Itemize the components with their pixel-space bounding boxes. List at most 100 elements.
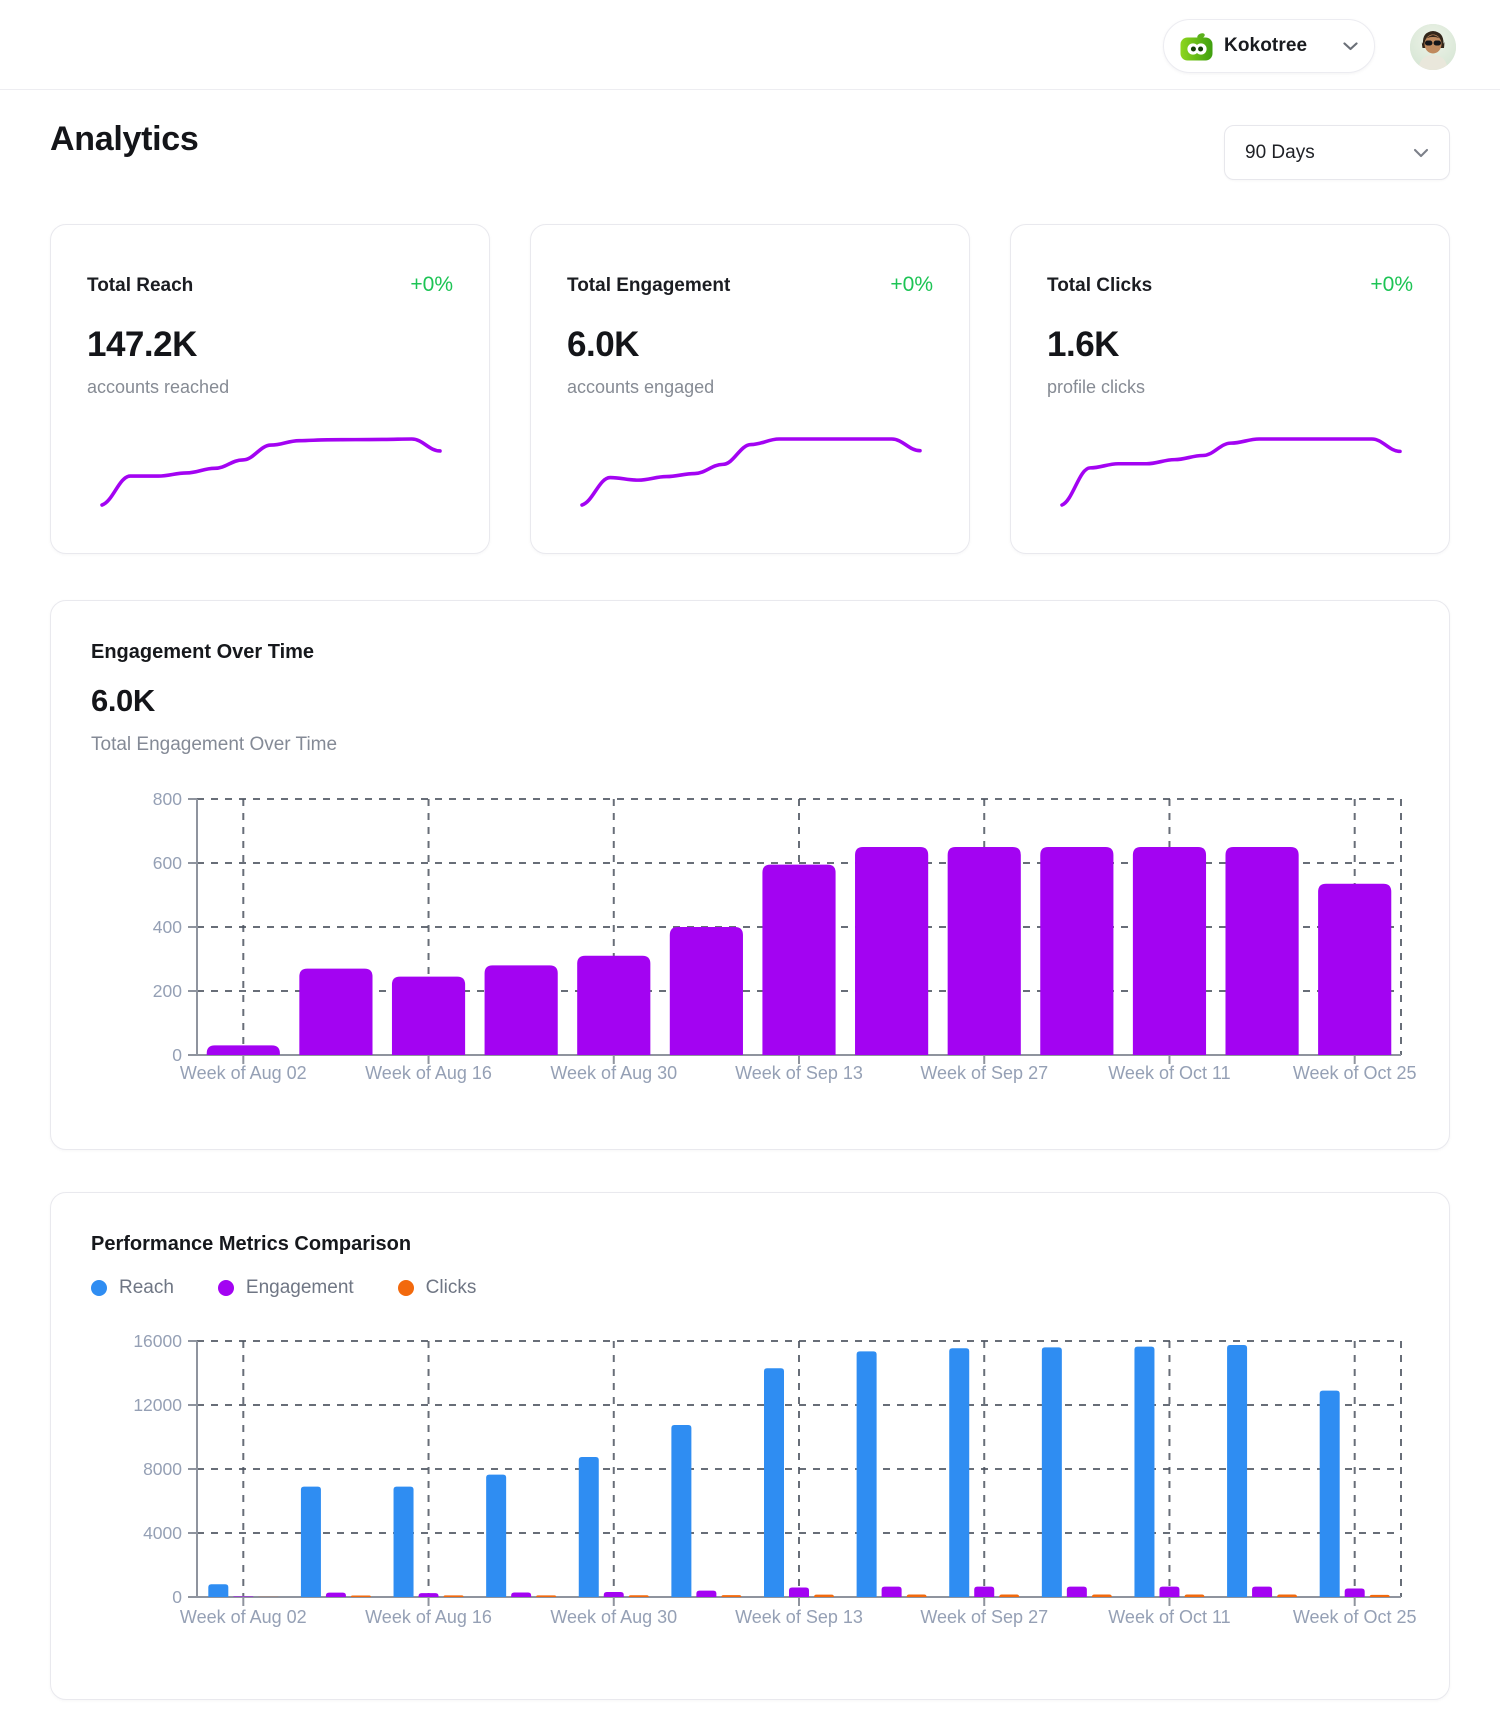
stat-card-total-engagement: Total Engagement +0% 6.0K accounts engag… bbox=[530, 224, 970, 554]
page-title: Analytics bbox=[50, 120, 199, 158]
bar bbox=[484, 965, 558, 1055]
bar bbox=[325, 1592, 346, 1597]
chart-subtitle: Total Engagement Over Time bbox=[91, 734, 338, 755]
bar bbox=[906, 1594, 927, 1597]
x-tick-label: Week of Sep 27 bbox=[920, 1607, 1048, 1627]
bar bbox=[1318, 883, 1392, 1055]
bar bbox=[577, 955, 651, 1055]
legend-item-reach: Reach bbox=[91, 1277, 174, 1299]
bar bbox=[628, 1595, 649, 1597]
bar bbox=[696, 1590, 717, 1597]
x-tick-label: Week of Sep 13 bbox=[735, 1607, 863, 1627]
kokotree-logo-icon bbox=[1180, 32, 1213, 61]
stat-sublabel: accounts engaged bbox=[567, 377, 715, 397]
workspace-switcher[interactable]: Kokotree bbox=[1163, 19, 1375, 73]
x-tick-label: Week of Aug 16 bbox=[365, 1607, 492, 1627]
user-avatar[interactable] bbox=[1410, 24, 1456, 70]
bar bbox=[206, 1045, 280, 1055]
stat-card-total-clicks: Total Clicks +0% 1.6K profile clicks bbox=[1010, 224, 1450, 554]
sparkline-path bbox=[580, 437, 922, 507]
bar bbox=[1369, 1594, 1390, 1597]
legend-label: Clicks bbox=[425, 1277, 477, 1298]
y-tick-label: 8000 bbox=[143, 1459, 182, 1479]
bar bbox=[974, 1586, 995, 1597]
engagement-legend-dot-icon bbox=[217, 1280, 234, 1296]
y-tick-label: 0 bbox=[172, 1045, 182, 1065]
chevron-down-icon bbox=[1413, 148, 1429, 158]
bar bbox=[669, 927, 743, 1055]
x-tick-label: Week of Oct 25 bbox=[1293, 1607, 1417, 1627]
x-tick-label: Week of Sep 27 bbox=[920, 1063, 1048, 1083]
bar bbox=[947, 847, 1021, 1055]
reach-legend-dot-icon bbox=[91, 1280, 107, 1296]
bar bbox=[1091, 1594, 1112, 1597]
bar bbox=[881, 1586, 902, 1597]
bar bbox=[578, 1457, 599, 1597]
bar bbox=[1225, 847, 1299, 1055]
y-tick-label: 600 bbox=[153, 853, 182, 873]
clicks-sparkline bbox=[1060, 437, 1402, 507]
x-tick-label: Week of Aug 30 bbox=[550, 1063, 677, 1083]
x-tick-label: Week of Oct 11 bbox=[1108, 1063, 1230, 1083]
y-tick-label: 800 bbox=[153, 789, 182, 809]
bar bbox=[486, 1474, 507, 1597]
stat-label: Total Clicks bbox=[1047, 275, 1153, 296]
bar bbox=[1344, 1588, 1365, 1597]
bar bbox=[1066, 1586, 1087, 1597]
sparkline-path bbox=[1060, 437, 1402, 507]
engagement-bar-chart: 0 200 400 600 800 Week of Aug 02 Week of Aug 1… bbox=[153, 789, 1417, 1083]
chart-title: Engagement Over Time bbox=[91, 641, 315, 663]
bar bbox=[536, 1595, 557, 1597]
x-tick-label: Week of Oct 25 bbox=[1293, 1063, 1417, 1083]
stat-change-badge: +0% bbox=[1370, 273, 1413, 296]
y-tick-label: 400 bbox=[153, 917, 182, 937]
bar bbox=[789, 1587, 809, 1597]
bar bbox=[814, 1594, 834, 1597]
y-tick-label: 16000 bbox=[133, 1331, 182, 1351]
bar bbox=[1159, 1586, 1180, 1597]
bar bbox=[299, 968, 373, 1055]
bar bbox=[208, 1584, 229, 1597]
bar bbox=[1040, 847, 1114, 1055]
chart-title: Performance Metrics Comparison bbox=[91, 1233, 412, 1255]
stat-change-badge: +0% bbox=[410, 273, 453, 296]
bar bbox=[855, 847, 929, 1055]
stat-cards-row: Total Reach +0% 147.2K accounts reached … bbox=[50, 224, 1450, 554]
y-tick-label: 12000 bbox=[133, 1395, 182, 1415]
stat-card-total-reach: Total Reach +0% 147.2K accounts reached bbox=[50, 224, 490, 554]
date-range-select[interactable]: 90 Days bbox=[1224, 125, 1450, 180]
engagement-sparkline bbox=[580, 437, 922, 507]
legend-label: Engagement bbox=[245, 1277, 354, 1298]
bar bbox=[1227, 1345, 1248, 1597]
bar bbox=[1252, 1586, 1273, 1597]
bar bbox=[1132, 847, 1207, 1055]
clicks-legend-dot-icon bbox=[397, 1280, 414, 1296]
bar bbox=[1319, 1390, 1340, 1597]
bar bbox=[762, 864, 836, 1055]
bar bbox=[393, 1486, 414, 1597]
x-tick-label: Week of Aug 02 bbox=[180, 1063, 307, 1083]
x-tick-label: Week of Aug 30 bbox=[550, 1607, 677, 1627]
stat-change-badge: +0% bbox=[890, 273, 933, 296]
stat-sublabel: profile clicks bbox=[1047, 377, 1146, 397]
y-tick-label: 0 bbox=[172, 1587, 182, 1607]
x-tick-label: Week of Aug 02 bbox=[180, 1607, 307, 1627]
top-bar: Kokotree bbox=[0, 0, 1500, 90]
bar bbox=[511, 1592, 532, 1597]
comparison-bar-chart: 0 4000 8000 12000 16000 Week of Aug 02 Week of… bbox=[133, 1331, 1416, 1627]
stat-label: Total Reach bbox=[87, 275, 194, 296]
bar bbox=[764, 1368, 784, 1597]
bar bbox=[1184, 1594, 1205, 1597]
engagement-over-time-card: Engagement Over Time 6.0K Total Engageme… bbox=[50, 600, 1450, 1150]
sparkline-path bbox=[100, 437, 442, 507]
workspace-name: Kokotree bbox=[1224, 35, 1308, 56]
legend-item-engagement: Engagement bbox=[217, 1277, 354, 1299]
chart-legend: Reach Engagement Clicks bbox=[91, 1277, 476, 1299]
bar bbox=[949, 1348, 970, 1597]
bar bbox=[1277, 1594, 1298, 1597]
bar bbox=[1041, 1347, 1062, 1597]
stat-label: Total Engagement bbox=[567, 275, 731, 296]
x-tick-label: Week of Sep 13 bbox=[735, 1063, 863, 1083]
date-range-value: 90 Days bbox=[1245, 141, 1315, 163]
bar bbox=[999, 1594, 1020, 1597]
